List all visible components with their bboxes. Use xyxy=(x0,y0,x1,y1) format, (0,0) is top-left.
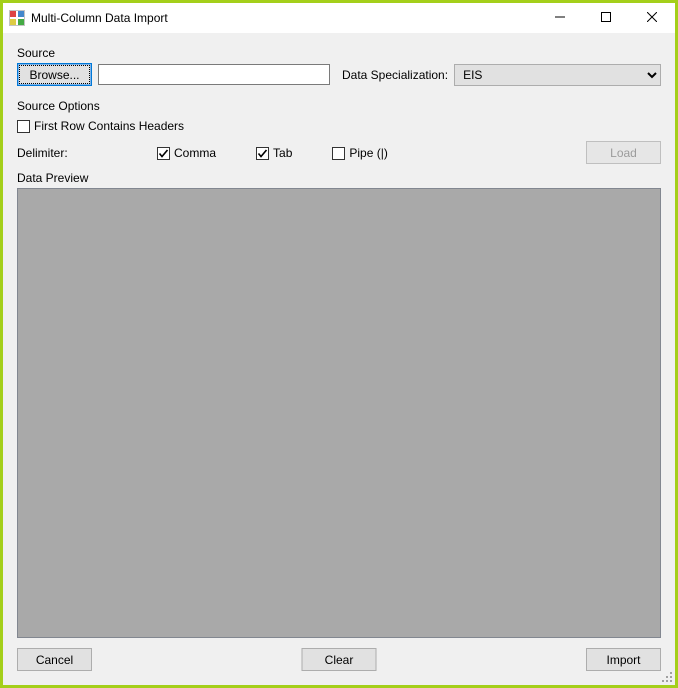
source-options-group: Source Options First Row Contains Header… xyxy=(17,108,661,164)
delimiter-comma-checkbox[interactable] xyxy=(157,147,170,160)
delimiter-pipe-checkbox[interactable] xyxy=(332,147,345,160)
data-preview-area[interactable] xyxy=(17,188,661,638)
dialog-footer: Cancel Clear Import xyxy=(17,648,661,671)
delimiter-comma-label: Comma xyxy=(174,146,216,160)
source-path-input[interactable] xyxy=(98,64,330,85)
window-controls xyxy=(537,3,675,31)
data-specialization-label: Data Specialization: xyxy=(342,68,448,82)
data-preview-group: Data Preview xyxy=(17,180,661,638)
maximize-button[interactable] xyxy=(583,3,629,31)
cancel-button[interactable]: Cancel xyxy=(17,648,92,671)
clear-button[interactable]: Clear xyxy=(302,648,377,671)
import-button[interactable]: Import xyxy=(586,648,661,671)
first-row-headers-checkbox[interactable] xyxy=(17,120,30,133)
source-group: Source Browse... Data Specialization: EI… xyxy=(17,55,661,86)
close-button[interactable] xyxy=(629,3,675,31)
title-bar: Multi-Column Data Import xyxy=(3,3,675,33)
delimiter-pipe-label: Pipe (|) xyxy=(349,146,387,160)
app-icon xyxy=(9,10,25,26)
data-preview-group-label: Data Preview xyxy=(17,171,90,185)
browse-button[interactable]: Browse... xyxy=(17,63,92,86)
delimiter-label: Delimiter: xyxy=(17,146,157,160)
minimize-button[interactable] xyxy=(537,3,583,31)
source-options-group-label: Source Options xyxy=(17,99,102,113)
first-row-headers-label: First Row Contains Headers xyxy=(34,119,184,133)
load-button: Load xyxy=(586,141,661,164)
delimiter-tab-checkbox[interactable] xyxy=(256,147,269,160)
data-specialization-select[interactable]: EIS xyxy=(454,64,661,86)
delimiter-tab-label: Tab xyxy=(273,146,292,160)
source-group-label: Source xyxy=(17,46,57,60)
window-title: Multi-Column Data Import xyxy=(31,11,168,25)
client-area: Source Browse... Data Specialization: EI… xyxy=(3,33,675,685)
window-frame: Multi-Column Data Import Source Browse..… xyxy=(0,0,678,688)
resize-grip-icon[interactable] xyxy=(659,669,673,683)
